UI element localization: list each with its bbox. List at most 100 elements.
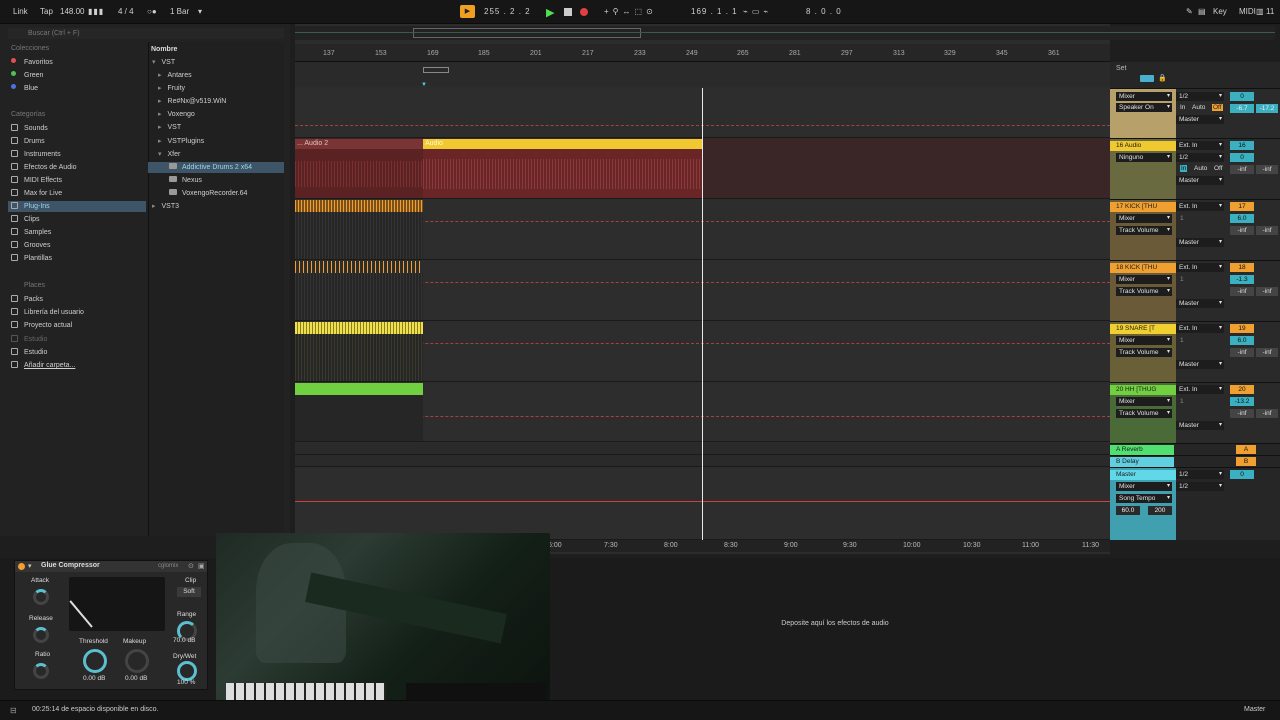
volume-value[interactable]: 0 bbox=[1230, 153, 1254, 162]
chevron-down-icon[interactable]: ▾ bbox=[198, 7, 202, 16]
file-item[interactable]: ▸ VST bbox=[158, 122, 181, 133]
monitor-off[interactable]: Off bbox=[1214, 165, 1223, 172]
file-item[interactable]: ▸ Antares bbox=[158, 70, 192, 81]
midi-clip[interactable] bbox=[295, 322, 423, 334]
metronome-icon[interactable]: ▮▮▮ bbox=[88, 7, 104, 16]
pan-value[interactable]: -inf bbox=[1230, 409, 1254, 418]
soft-clip-toggle[interactable]: Soft bbox=[177, 587, 201, 597]
return-name[interactable]: A Reverb bbox=[1110, 445, 1174, 455]
midi-from-dropdown[interactable]: Mixer bbox=[1116, 336, 1172, 345]
automation-tools-icon[interactable]: +⚲↔⬚⊙ bbox=[604, 7, 657, 16]
makeup-knob[interactable] bbox=[125, 649, 149, 673]
collection-item[interactable]: Green bbox=[11, 70, 147, 81]
track-number[interactable]: 16 bbox=[1230, 141, 1254, 150]
tempo-min-field[interactable]: 60.0 bbox=[1116, 506, 1140, 515]
track-number[interactable]: 19 bbox=[1230, 324, 1254, 333]
monitor-in[interactable]: In bbox=[1180, 165, 1188, 172]
return-button[interactable]: A bbox=[1236, 445, 1256, 454]
track-name[interactable]: 18 KICK [THU bbox=[1110, 263, 1176, 273]
input-type-dropdown[interactable]: Mixer bbox=[1116, 92, 1172, 101]
place-studio-disabled[interactable]: Estudio bbox=[11, 334, 147, 345]
volume-value[interactable]: 6.0 bbox=[1230, 214, 1254, 223]
volume-value[interactable]: 6.0 bbox=[1230, 336, 1254, 345]
quantization-menu[interactable]: 1 Bar bbox=[170, 7, 189, 16]
midi-clip[interactable] bbox=[295, 261, 423, 273]
release-knob[interactable] bbox=[33, 627, 49, 643]
file-item[interactable]: ▾ Xfer bbox=[158, 149, 180, 160]
track-name[interactable]: 16 Audio bbox=[1110, 141, 1176, 151]
audio-to-dropdown[interactable]: Master bbox=[1176, 421, 1224, 430]
pan-value[interactable]: -6.7 bbox=[1230, 104, 1254, 113]
lock-icon[interactable]: 🔒 bbox=[1158, 74, 1167, 82]
return-button[interactable]: B bbox=[1236, 457, 1256, 466]
master-name[interactable]: Master bbox=[1110, 470, 1176, 480]
category-instruments[interactable]: Instruments bbox=[11, 149, 147, 160]
bar-ruler[interactable] bbox=[295, 44, 1110, 62]
return-name[interactable]: B Delay bbox=[1110, 457, 1174, 467]
audio-to-dropdown[interactable]: Master bbox=[1176, 115, 1224, 124]
monitor-auto[interactable]: Auto bbox=[1192, 104, 1205, 111]
collection-item[interactable]: Favoritos bbox=[11, 57, 147, 68]
file-item[interactable]: ▸ VSTPlugins bbox=[158, 136, 204, 147]
output-dropdown[interactable]: Speaker On bbox=[1116, 103, 1172, 112]
file-item[interactable]: ▸ Voxengo bbox=[158, 109, 195, 120]
pan-value[interactable]: -inf bbox=[1230, 287, 1254, 296]
tap-button[interactable]: Tap bbox=[40, 7, 53, 16]
play-icon[interactable]: ▶ bbox=[546, 6, 554, 19]
midi-from-dropdown[interactable]: Mixer bbox=[1116, 397, 1172, 406]
add-folder-link[interactable]: Añadir carpeta... bbox=[11, 360, 147, 371]
record-mode-icon[interactable]: ○● bbox=[147, 7, 157, 16]
threshold-knob[interactable] bbox=[83, 649, 107, 673]
volume-value[interactable]: -1.3 bbox=[1230, 275, 1254, 284]
loop-start-field[interactable]: 169 . 1 . 1 bbox=[691, 7, 738, 16]
place-user-library[interactable]: Librería del usuario bbox=[11, 307, 147, 318]
pan-value[interactable]: -inf bbox=[1230, 226, 1254, 235]
time-signature[interactable]: 4 / 4 bbox=[118, 7, 134, 16]
link-button[interactable]: Link bbox=[13, 7, 28, 16]
track-number[interactable]: 18 bbox=[1230, 263, 1254, 272]
category-clips[interactable]: Clips bbox=[11, 214, 147, 225]
volume-value[interactable]: 0 bbox=[1230, 470, 1254, 479]
tempo-max-field[interactable]: 200 bbox=[1148, 506, 1172, 515]
collection-item[interactable]: Blue bbox=[11, 83, 147, 94]
track-name[interactable]: 17 KICK [THU bbox=[1110, 202, 1176, 212]
midi-clip[interactable] bbox=[295, 383, 423, 395]
place-studio[interactable]: Estudio bbox=[11, 347, 147, 358]
record-icon[interactable] bbox=[580, 8, 588, 16]
loop-brace[interactable] bbox=[423, 67, 449, 73]
key-map-icon[interactable]: ▤ bbox=[1198, 7, 1206, 16]
track-name[interactable]: 19 SNARE [T bbox=[1110, 324, 1176, 334]
stop-icon[interactable] bbox=[564, 8, 572, 16]
midi-from-dropdown[interactable]: Mixer bbox=[1116, 275, 1172, 284]
audio-clip[interactable]: Audio bbox=[423, 139, 702, 198]
key-map-button[interactable]: Key bbox=[1213, 7, 1227, 16]
file-item[interactable]: Nexus bbox=[169, 175, 202, 186]
category-plugins[interactable]: Plug-Ins bbox=[8, 201, 146, 212]
midi-map-button[interactable]: MIDI bbox=[1239, 7, 1256, 16]
category-midi-effects[interactable]: MIDI Effects bbox=[11, 175, 147, 186]
automation-device-dropdown[interactable]: Mixer bbox=[1116, 482, 1172, 491]
monitor-in[interactable]: In bbox=[1180, 104, 1185, 111]
device-title-bar[interactable]: ▾ Glue Compressor cglomix ⊙ ▣ bbox=[15, 561, 207, 572]
file-item[interactable]: VoxengoRecorder.64 bbox=[169, 188, 247, 199]
audio-clip[interactable]: ... Audio 2 bbox=[295, 139, 423, 198]
channel-dropdown[interactable]: 1/2 bbox=[1176, 92, 1224, 101]
attack-knob[interactable] bbox=[33, 589, 49, 605]
loop-brace-lane[interactable]: ▼ bbox=[295, 62, 1110, 88]
category-templates[interactable]: Plantillas bbox=[11, 253, 147, 264]
track-name[interactable]: 20 HH [THUG bbox=[1110, 385, 1176, 395]
channel-dropdown[interactable]: 1/2 bbox=[1176, 482, 1224, 491]
audio-to-dropdown[interactable]: Master bbox=[1176, 176, 1224, 185]
place-current-project[interactable]: Proyecto actual bbox=[11, 320, 147, 331]
arrangement-position[interactable]: 255 . 2 . 2 bbox=[484, 7, 531, 16]
device-on-icon[interactable] bbox=[18, 563, 25, 570]
category-audio-effects[interactable]: Efectos de Audio bbox=[11, 162, 147, 173]
midi-from-channel-dropdown[interactable]: Track Volume bbox=[1116, 287, 1172, 296]
overview-viewport[interactable] bbox=[413, 28, 641, 38]
channel-dropdown[interactable]: 1/2 bbox=[1176, 153, 1224, 162]
midi-clip[interactable] bbox=[295, 200, 423, 212]
category-max-for-live[interactable]: Max for Live bbox=[11, 188, 147, 199]
file-item[interactable]: ▸ VST3 bbox=[152, 201, 179, 212]
pan-value[interactable]: -inf bbox=[1230, 348, 1254, 357]
fold-icon[interactable]: ▾ bbox=[28, 562, 32, 570]
